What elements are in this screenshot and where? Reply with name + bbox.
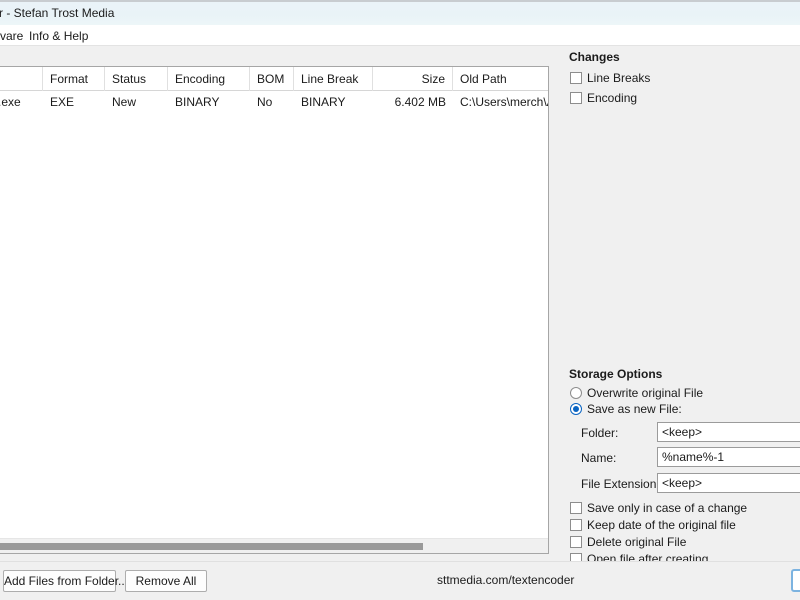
website-link[interactable]: sttmedia.com/textencoder [437,573,574,587]
scrollbar-thumb[interactable] [0,543,423,550]
cell-status: New [112,95,137,109]
radio-save-as-new[interactable]: Save as new File: [570,401,682,417]
checkbox-box-icon [570,72,582,84]
column-header-format[interactable]: Format [43,67,105,91]
table-horizontal-scrollbar[interactable] [0,538,548,553]
table-header-row: Format Status Encoding BOM Line Break Si… [0,67,548,91]
cell-bom: No [257,95,273,109]
input-folder[interactable] [657,422,800,442]
input-name[interactable] [657,447,800,467]
column-header-status[interactable]: Status [105,67,168,91]
column-header-name[interactable] [0,67,43,91]
checkbox-delete-original-label: Delete original File [587,535,687,549]
cell-encoding: BINARY [175,95,220,109]
radio-save-as-new-label: Save as new File: [587,402,682,416]
radio-overwrite-label: Overwrite original File [587,386,704,400]
cell-size: 6.402 MB [394,95,446,109]
application-window: r - Stefan Trost Media vare Info & Help … [0,0,800,600]
checkbox-line-breaks-label: Line Breaks [587,71,651,85]
menu-item-info-help[interactable]: Info & Help [24,28,93,44]
column-header-size[interactable]: Size [373,67,453,91]
column-header-bom[interactable]: BOM [250,67,294,91]
checkbox-box-icon [570,92,582,104]
add-files-from-folder-button[interactable]: Add Files from Folder... [3,570,128,592]
file-list-pane: Format Status Encoding BOM Line Break Si… [0,46,560,561]
checkbox-keep-date-label: Keep date of the original file [587,518,736,532]
bottom-toolbar: Add Files from Folder... Remove All sttm… [0,561,800,600]
column-header-line-break[interactable]: Line Break [294,67,373,91]
column-header-old-path[interactable]: Old Path [453,67,548,91]
menu-bar: vare Info & Help [0,25,800,46]
cell-line-break: BINARY [301,95,346,109]
checkbox-keep-date[interactable]: Keep date of the original file [570,517,736,533]
checkbox-encoding[interactable]: Encoding [570,90,637,106]
checkbox-box-icon [570,519,582,531]
primary-action-button[interactable] [791,569,800,592]
column-header-encoding[interactable]: Encoding [168,67,250,91]
checkbox-box-icon [570,502,582,514]
file-table[interactable]: Format Status Encoding BOM Line Break Si… [0,66,549,554]
radio-circle-icon [570,387,582,399]
checkbox-encoding-label: Encoding [587,91,638,105]
checkbox-save-only-on-change[interactable]: Save only in case of a change [570,500,747,516]
storage-group-title: Storage Options [569,367,663,381]
radio-circle-selected-icon [570,403,582,415]
options-pane: Changes Line Breaks Encoding Storage Opt… [560,46,800,566]
table-row[interactable]: c.exe EXE New BINARY No BINARY 6.402 MB … [0,91,548,113]
title-bar: r - Stefan Trost Media [0,0,800,25]
checkbox-line-breaks[interactable]: Line Breaks [570,70,650,86]
label-file-extension: File Extension: [581,477,660,491]
checkbox-save-only-on-change-label: Save only in case of a change [587,501,748,515]
changes-group-title: Changes [569,50,620,64]
radio-overwrite-original[interactable]: Overwrite original File [570,385,703,401]
cell-name: c.exe [0,95,21,109]
checkbox-delete-original[interactable]: Delete original File [570,534,686,550]
label-name: Name: [581,451,617,465]
input-file-extension[interactable] [657,473,800,493]
label-folder: Folder: [581,426,619,440]
cell-format: EXE [50,95,75,109]
remove-all-button[interactable]: Remove All [125,570,207,592]
checkbox-box-icon [570,536,582,548]
cell-old-path: C:\Users\merch\App [460,95,548,109]
window-title: r - Stefan Trost Media [0,6,115,20]
